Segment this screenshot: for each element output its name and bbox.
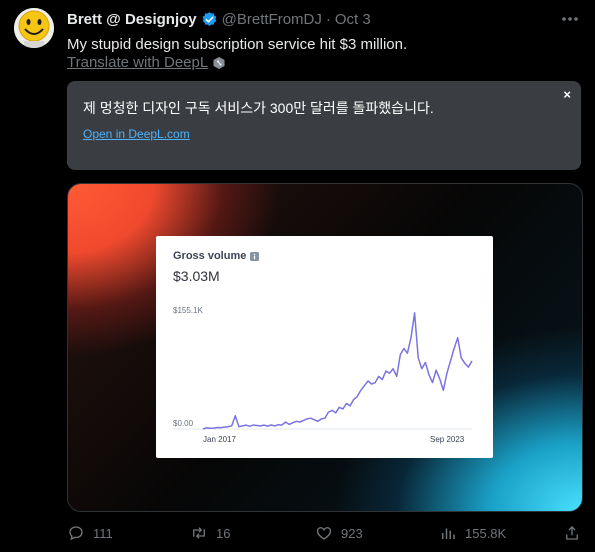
tweet-text: My stupid design subscription service hi… (67, 36, 408, 53)
share-icon (566, 526, 578, 540)
close-translation-button[interactable]: × (563, 87, 571, 102)
verified-badge-icon (202, 11, 216, 26)
reply-icon (69, 526, 83, 541)
like-button[interactable]: 923 (315, 522, 363, 544)
avatar[interactable] (14, 8, 54, 48)
translate-row[interactable]: Translate with DeepL (67, 54, 226, 71)
author-name[interactable]: Brett @ Designjoy (67, 11, 197, 28)
more-options-icon[interactable] (560, 9, 580, 29)
like-count: 923 (341, 525, 363, 541)
repost-button[interactable]: 16 (190, 522, 230, 544)
series-line (202, 312, 473, 430)
translation-box: 제 멍청한 디자인 구독 서비스가 300만 달러를 돌파했습니다. Open … (67, 81, 581, 170)
reply-count: 111 (93, 525, 113, 541)
repost-icon (193, 527, 205, 539)
translate-link[interactable]: Translate with DeepL (67, 54, 208, 71)
tweet-image[interactable]: Gross volume $3.03M $155.1K $0.00 Jan 20… (67, 183, 583, 512)
repost-count: 16 (216, 525, 231, 541)
gross-volume-card: Gross volume $3.03M $155.1K $0.00 Jan 20… (156, 236, 493, 458)
views-count: 155.8K (465, 525, 507, 541)
author-handle[interactable]: @BrettFromDJ (222, 11, 322, 28)
reply-button[interactable]: 111 (67, 522, 113, 544)
header-separator: · (325, 10, 331, 28)
deepl-icon (213, 56, 225, 69)
share-button[interactable] (563, 522, 581, 544)
tweet-date[interactable]: Oct 3 (335, 11, 371, 28)
heart-icon (316, 527, 332, 540)
views-icon (442, 528, 455, 539)
views-button[interactable]: 155.8K (439, 522, 506, 544)
translation-text: 제 멍청한 디자인 구독 서비스가 300만 달러를 돌파했습니다. (83, 100, 434, 116)
tweet-header: Brett @ Designjoy @BrettFromDJ · Oct 3 (67, 9, 371, 29)
action-bar: 111 16 923 155.8K (0, 522, 595, 544)
open-in-deepl-link[interactable]: Open in DeepL.com (83, 127, 190, 141)
gross-volume-chart (173, 312, 473, 430)
